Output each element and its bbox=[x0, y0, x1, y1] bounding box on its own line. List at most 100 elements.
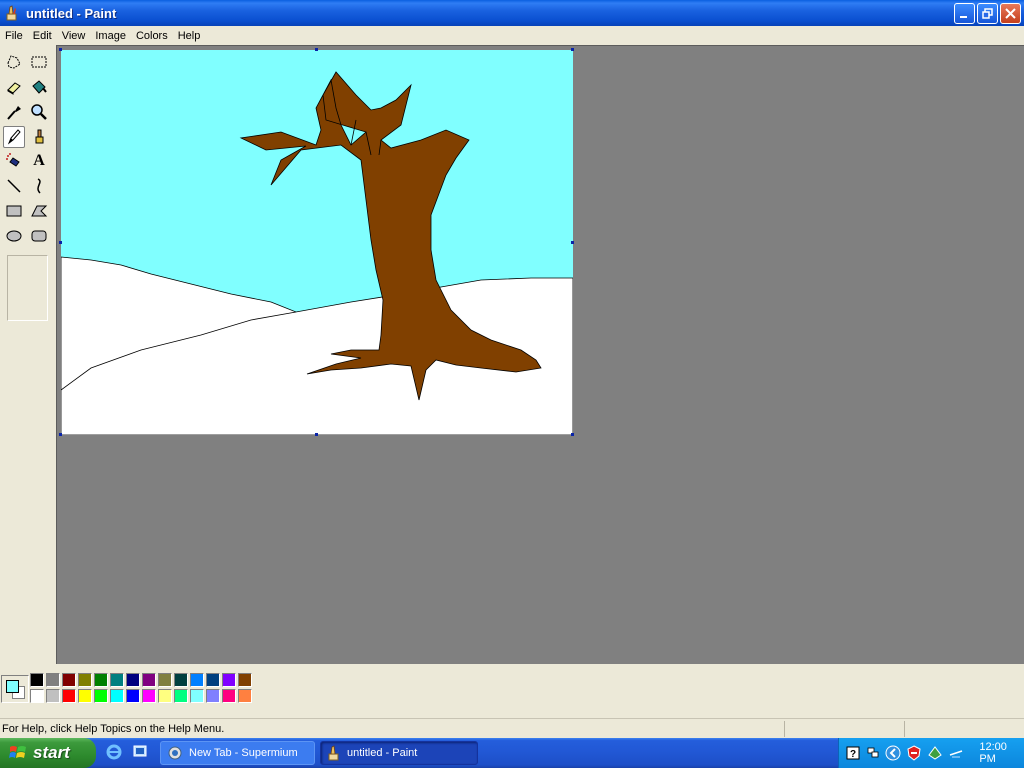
internet-explorer-icon bbox=[106, 744, 122, 760]
close-icon bbox=[1005, 8, 1016, 19]
menu-image[interactable]: Image bbox=[90, 30, 131, 42]
system-tray: ? 12:00 PM bbox=[838, 738, 1024, 768]
pencil-icon bbox=[7, 129, 21, 145]
eyedropper-icon bbox=[7, 106, 21, 120]
text-tool[interactable]: A bbox=[28, 150, 50, 172]
free-form-select-tool[interactable] bbox=[3, 51, 25, 73]
palette-swatch[interactable] bbox=[46, 673, 60, 687]
palette-swatch[interactable] bbox=[222, 673, 236, 687]
palette-swatch[interactable] bbox=[126, 673, 140, 687]
palette-swatch[interactable] bbox=[94, 673, 108, 687]
security-shield-icon bbox=[907, 745, 921, 761]
palette-swatch[interactable] bbox=[78, 673, 92, 687]
task-button-paint[interactable]: untitled - Paint bbox=[320, 741, 478, 765]
resize-handle-corner[interactable] bbox=[571, 433, 574, 436]
rounded-rect-tool-icon bbox=[31, 230, 47, 242]
windows-logo-icon bbox=[9, 746, 26, 758]
palette-swatch[interactable] bbox=[78, 689, 92, 703]
resize-handle bbox=[315, 48, 318, 51]
pencil-tool[interactable] bbox=[3, 126, 25, 148]
tray-network[interactable] bbox=[865, 745, 880, 761]
status-bar: For Help, click Help Topics on the Help … bbox=[0, 718, 1024, 738]
pick-color-tool[interactable] bbox=[3, 101, 25, 123]
palette-swatch[interactable] bbox=[174, 689, 188, 703]
palette-swatch[interactable] bbox=[142, 673, 156, 687]
tray-security[interactable] bbox=[906, 745, 922, 761]
eraser-tool[interactable] bbox=[3, 76, 25, 98]
rect-select-icon bbox=[31, 56, 47, 68]
rectangle-tool[interactable] bbox=[3, 200, 25, 222]
palette-swatch[interactable] bbox=[158, 673, 172, 687]
toolbox: A bbox=[0, 47, 56, 664]
menu-bar: File Edit View Image Colors Help bbox=[0, 26, 1024, 45]
magnifier-tool[interactable] bbox=[28, 101, 50, 123]
menu-view[interactable]: View bbox=[57, 30, 91, 42]
palette-swatch[interactable] bbox=[222, 689, 236, 703]
menu-help[interactable]: Help bbox=[173, 30, 206, 42]
polygon-tool[interactable] bbox=[28, 200, 50, 222]
palette-swatch[interactable] bbox=[126, 689, 140, 703]
tray-volume[interactable] bbox=[948, 745, 964, 761]
palette-swatch[interactable] bbox=[238, 673, 252, 687]
palette-swatch[interactable] bbox=[206, 673, 220, 687]
tray-app-icon bbox=[928, 746, 943, 760]
rounded-rect-tool[interactable] bbox=[28, 225, 50, 247]
clock[interactable]: 12:00 PM bbox=[979, 741, 1024, 765]
palette-swatch[interactable] bbox=[30, 673, 44, 687]
palette-swatch[interactable] bbox=[94, 689, 108, 703]
drawing-canvas[interactable] bbox=[59, 48, 574, 436]
help-icon: ? bbox=[846, 746, 860, 760]
svg-text:?: ? bbox=[850, 749, 856, 760]
maximize-button[interactable] bbox=[977, 3, 998, 24]
palette-swatch[interactable] bbox=[110, 673, 124, 687]
line-tool[interactable] bbox=[3, 175, 25, 197]
quick-launch bbox=[104, 742, 150, 762]
palette-swatch[interactable] bbox=[190, 673, 204, 687]
palette-swatch[interactable] bbox=[158, 689, 172, 703]
eraser-icon bbox=[7, 82, 21, 95]
task-label: untitled - Paint bbox=[347, 747, 418, 759]
magnifier-icon bbox=[31, 104, 47, 120]
free-form-select-icon bbox=[7, 55, 21, 69]
quick-launch-ie[interactable] bbox=[104, 742, 124, 762]
palette-swatch[interactable] bbox=[110, 689, 124, 703]
palette-swatch[interactable] bbox=[238, 689, 252, 703]
tray-app[interactable] bbox=[927, 745, 943, 761]
menu-file[interactable]: File bbox=[0, 30, 28, 42]
quick-launch-desktop[interactable] bbox=[130, 742, 150, 762]
palette-swatch[interactable] bbox=[206, 689, 220, 703]
rect-select-tool[interactable] bbox=[28, 51, 50, 73]
tray-help[interactable]: ? bbox=[845, 745, 860, 761]
menu-colors[interactable]: Colors bbox=[131, 30, 173, 42]
palette-swatch[interactable] bbox=[142, 689, 156, 703]
close-button[interactable] bbox=[1000, 3, 1021, 24]
fill-bucket-icon bbox=[32, 80, 47, 94]
palette-swatch[interactable] bbox=[190, 689, 204, 703]
palette-swatch[interactable] bbox=[46, 689, 60, 703]
menu-edit[interactable]: Edit bbox=[28, 30, 57, 42]
canvas-drawing bbox=[60, 50, 574, 436]
back-arrow-icon bbox=[885, 745, 901, 761]
tray-back[interactable] bbox=[885, 745, 901, 761]
foreground-color bbox=[6, 680, 19, 693]
palette-swatch[interactable] bbox=[30, 689, 44, 703]
minimize-button[interactable] bbox=[954, 3, 975, 24]
task-button-supermium[interactable]: New Tab - Supermium bbox=[160, 741, 315, 765]
ellipse-tool[interactable] bbox=[3, 225, 25, 247]
status-pane-size bbox=[904, 720, 1024, 737]
brush-tool[interactable] bbox=[28, 126, 50, 148]
palette-swatch[interactable] bbox=[62, 673, 76, 687]
palette-swatch[interactable] bbox=[62, 689, 76, 703]
fill-tool[interactable] bbox=[28, 76, 50, 98]
airbrush-tool[interactable] bbox=[3, 150, 25, 172]
curve-tool[interactable] bbox=[28, 175, 50, 197]
current-colors-box bbox=[1, 675, 29, 703]
start-button[interactable]: start bbox=[0, 738, 96, 768]
tool-options-panel[interactable] bbox=[7, 255, 48, 321]
browser-icon bbox=[168, 746, 182, 760]
resize-handle-bottom[interactable] bbox=[315, 433, 318, 436]
resize-handle-right[interactable] bbox=[571, 241, 574, 244]
show-desktop-icon bbox=[133, 745, 147, 757]
paint-brush-icon[interactable] bbox=[4, 5, 20, 21]
palette-swatch[interactable] bbox=[174, 673, 188, 687]
